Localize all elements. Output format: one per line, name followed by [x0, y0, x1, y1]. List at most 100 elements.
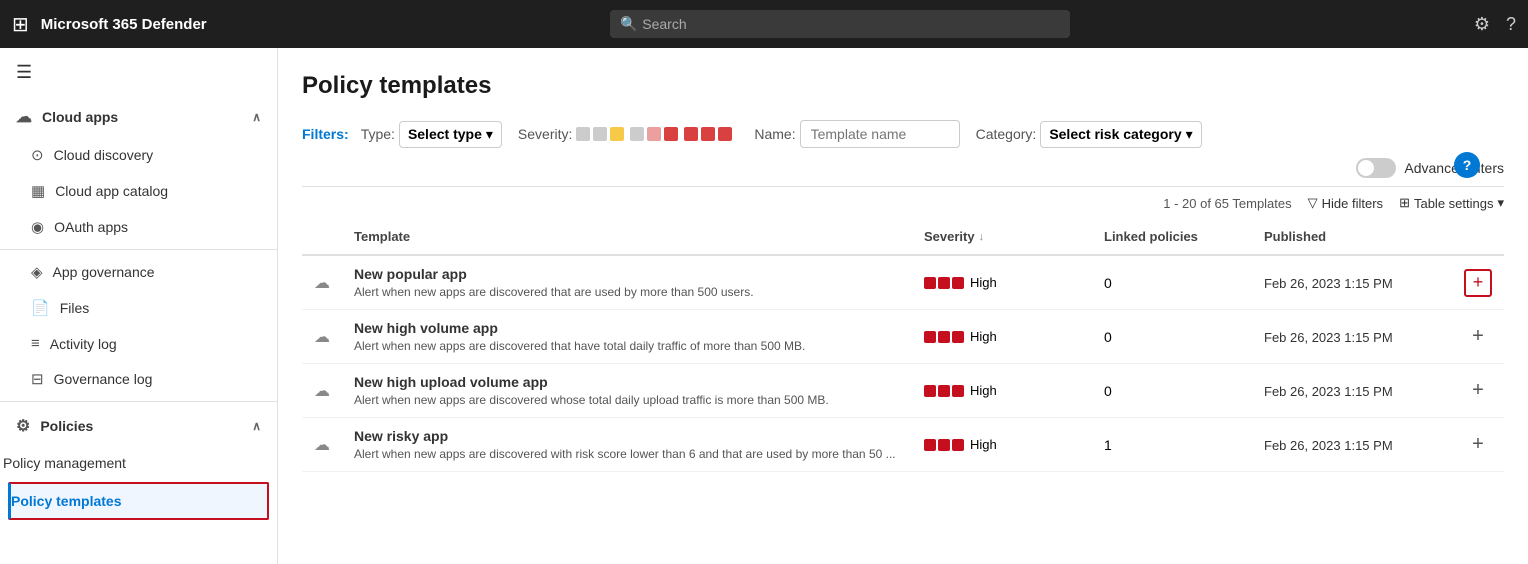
sidebar-item-governance-log[interactable]: ⊟ Governance log	[0, 361, 277, 397]
row-severity: High	[912, 255, 1092, 310]
hide-filters-button[interactable]: ▽ Hide filters	[1308, 195, 1383, 211]
sidebar: ☰ ☁ Cloud apps ∧ ⊙ Cloud discovery ▦ Clo…	[0, 48, 278, 564]
row-add-action: +	[1452, 418, 1504, 472]
severity-badge: High	[924, 383, 1080, 398]
row-published: Feb 26, 2023 1:15 PM	[1252, 418, 1452, 472]
row-severity: High	[912, 418, 1092, 472]
sidebar-item-policy-management[interactable]: Policy management	[0, 446, 277, 480]
template-name: New high volume app	[354, 320, 900, 336]
category-chevron-icon: ▾	[1186, 126, 1193, 143]
sidebar-item-app-governance[interactable]: ◈ App governance	[0, 254, 277, 290]
table-settings-button[interactable]: ⊞ Table settings ▾	[1399, 195, 1504, 211]
table-row: ☁ New high volume app Alert when new app…	[302, 310, 1504, 364]
name-label: Name:	[754, 126, 795, 142]
row-add-action: +	[1452, 255, 1504, 310]
table-settings-icon: ⊞	[1399, 195, 1410, 211]
cloud-apps-label: Cloud apps	[42, 109, 118, 125]
published-date: Feb 26, 2023 1:15 PM	[1264, 330, 1393, 345]
severity-high[interactable]	[684, 127, 732, 141]
chevron-up-icon: ∧	[252, 110, 261, 124]
policy-table: Template Severity ↓ Linked policies Publ…	[302, 219, 1504, 472]
type-label: Type:	[361, 126, 395, 142]
sidebar-item-activity-log[interactable]: ≡ Activity log	[0, 326, 277, 361]
template-name: New high upload volume app	[354, 374, 900, 390]
severity-squares	[924, 277, 964, 289]
help-circle-button[interactable]: ?	[1454, 152, 1480, 178]
advanced-filters-toggle[interactable]: Advanced filters	[1356, 158, 1504, 178]
template-name: New risky app	[354, 428, 900, 444]
col-action	[1452, 219, 1504, 255]
type-select[interactable]: Select type ▾	[399, 121, 502, 148]
severity-low[interactable]	[576, 127, 624, 141]
severity-squares	[924, 439, 964, 451]
row-linked: 0	[1092, 310, 1252, 364]
sidebar-item-files[interactable]: 📄 Files	[0, 290, 277, 326]
sidebar-toggle[interactable]: ☰	[0, 48, 277, 97]
sev-dot-4	[630, 127, 644, 141]
page-title: Policy templates	[302, 72, 1504, 100]
search-icon: 🔍	[620, 16, 637, 33]
content-header: Policy templates ?	[302, 72, 1504, 100]
catalog-icon: ▦	[31, 182, 45, 200]
row-icon: ☁	[302, 255, 342, 310]
governance-log-label: Governance log	[54, 371, 153, 387]
template-desc: Alert when new apps are discovered whose…	[354, 393, 900, 407]
category-select[interactable]: Select risk category ▾	[1040, 121, 1201, 148]
add-template-button[interactable]: +	[1464, 431, 1492, 459]
col-severity[interactable]: Severity ↓	[912, 219, 1092, 255]
toggle-switch[interactable]	[1356, 158, 1396, 178]
template-icon: ☁	[314, 437, 330, 454]
discovery-icon: ⊙	[31, 146, 44, 164]
advanced-filters-row: Advanced filters	[302, 158, 1504, 178]
sq1	[924, 385, 936, 397]
sidebar-group-policies[interactable]: ⚙ Policies ∧	[0, 406, 277, 446]
filter-icon: ▽	[1308, 195, 1318, 211]
filters-label: Filters:	[302, 126, 349, 142]
sev-dot-9	[718, 127, 732, 141]
topbar-actions: ⚙ ?	[1474, 14, 1516, 35]
help-icon[interactable]: ?	[1506, 14, 1516, 35]
sidebar-item-cloud-app-catalog[interactable]: ▦ Cloud app catalog	[0, 173, 277, 209]
add-template-button-highlighted[interactable]: +	[1464, 269, 1492, 297]
cloud-app-catalog-label: Cloud app catalog	[55, 183, 168, 199]
settings-icon[interactable]: ⚙	[1474, 14, 1490, 35]
sidebar-group-cloud-apps[interactable]: ☁ Cloud apps ∧	[0, 97, 277, 137]
sidebar-item-oauth-apps[interactable]: ◉ OAuth apps	[0, 209, 277, 245]
type-filter: Type: Select type ▾	[361, 121, 502, 148]
template-name: New popular app	[354, 266, 900, 282]
cloud-discovery-label: Cloud discovery	[54, 147, 154, 163]
app-governance-label: App governance	[53, 264, 155, 280]
app-title: Microsoft 365 Defender	[41, 16, 207, 33]
gov-log-icon: ⊟	[31, 370, 44, 388]
row-template: New popular app Alert when new apps are …	[342, 255, 912, 310]
row-published: Feb 26, 2023 1:15 PM	[1252, 364, 1452, 418]
table-row: ☁ New popular app Alert when new apps ar…	[302, 255, 1504, 310]
search-container: 🔍	[610, 10, 1070, 38]
sidebar-item-policy-templates[interactable]: Policy templates	[8, 482, 269, 520]
row-icon: ☁	[302, 310, 342, 364]
content-area: Policy templates ? Filters: Type: Select…	[278, 48, 1528, 564]
severity-medium[interactable]	[630, 127, 678, 141]
search-input[interactable]	[610, 10, 1070, 38]
severity-squares	[924, 331, 964, 343]
sq2	[938, 277, 950, 289]
sev-dot-5	[647, 127, 661, 141]
activity-log-label: Activity log	[50, 336, 117, 352]
row-template: New high upload volume app Alert when ne…	[342, 364, 912, 418]
main-layout: ☰ ☁ Cloud apps ∧ ⊙ Cloud discovery ▦ Clo…	[0, 48, 1528, 564]
divider-2	[0, 401, 277, 402]
apps-grid-icon[interactable]: ⊞	[12, 12, 29, 37]
cloud-icon: ☁	[16, 107, 32, 127]
template-desc: Alert when new apps are discovered with …	[354, 447, 900, 461]
name-input[interactable]	[800, 120, 960, 148]
add-template-button[interactable]: +	[1464, 377, 1492, 405]
table-row: ☁ New high upload volume app Alert when …	[302, 364, 1504, 418]
policies-label: Policies	[40, 418, 93, 434]
add-template-button[interactable]: +	[1464, 323, 1492, 351]
severity-sort-icon: ↓	[979, 231, 985, 243]
sidebar-item-cloud-discovery[interactable]: ⊙ Cloud discovery	[0, 137, 277, 173]
sev-dot-7	[684, 127, 698, 141]
row-icon: ☁	[302, 364, 342, 418]
row-published: Feb 26, 2023 1:15 PM	[1252, 310, 1452, 364]
sq3	[952, 439, 964, 451]
